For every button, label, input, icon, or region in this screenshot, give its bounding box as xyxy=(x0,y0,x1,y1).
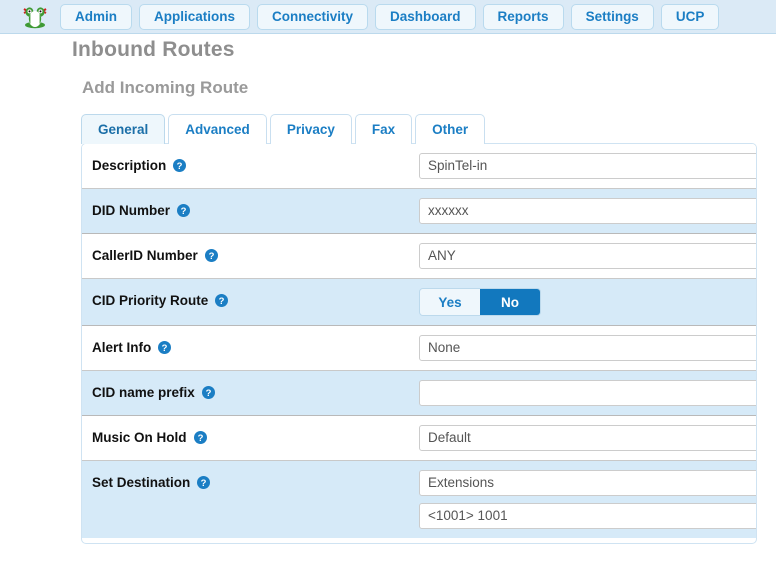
label-text: CallerID Number xyxy=(92,248,198,263)
field-cid-priority-route: Yes No xyxy=(415,279,756,325)
page-title: Inbound Routes xyxy=(72,38,235,61)
help-circle-icon[interactable]: ? xyxy=(197,476,211,489)
field-description: SpinTel-in xyxy=(415,144,756,188)
nav-item-label: Reports xyxy=(497,9,549,24)
help-circle-icon[interactable]: ? xyxy=(193,431,207,444)
form-row-did-number: DID Number ? xxxxxx xyxy=(82,189,756,234)
svg-text:?: ? xyxy=(177,161,183,172)
cid-name-prefix-input[interactable] xyxy=(419,380,756,406)
tab-label: Privacy xyxy=(286,122,335,137)
form-row-cid-name-prefix: CID name prefix ? xyxy=(82,371,756,416)
svg-text:?: ? xyxy=(219,296,225,307)
label-text: Alert Info xyxy=(92,340,152,355)
label-callerid-number: CallerID Number ? xyxy=(82,234,415,273)
set-destination-target-select[interactable]: <1001> 1001 xyxy=(419,503,756,529)
svg-text:?: ? xyxy=(181,206,187,217)
field-callerid-number: ANY xyxy=(415,234,756,278)
freepbx-frog-logo-icon[interactable] xyxy=(20,3,50,31)
label-cid-priority-route: CID Priority Route ? xyxy=(82,279,415,318)
form-row-description: Description ? SpinTel-in xyxy=(82,144,756,189)
cid-priority-route-toggle: Yes No xyxy=(419,288,541,316)
nav-item-label: Applications xyxy=(154,9,236,24)
incoming-route-form-panel: Description ? SpinTel-in DID Number ? xx… xyxy=(81,143,757,544)
tab-label: Advanced xyxy=(185,122,250,137)
label-text: Description xyxy=(92,158,167,173)
svg-text:?: ? xyxy=(201,478,207,489)
help-circle-icon[interactable]: ? xyxy=(201,386,215,399)
nav-item-dashboard[interactable]: Dashboard xyxy=(375,3,476,30)
did-number-input[interactable]: xxxxxx xyxy=(419,198,756,224)
label-text: Music On Hold xyxy=(92,430,187,445)
field-set-destination: Extensions <1001> 1001 xyxy=(415,461,756,538)
label-text: Set Destination xyxy=(92,475,191,490)
nav-item-settings[interactable]: Settings xyxy=(570,3,654,30)
nav-item-reports[interactable]: Reports xyxy=(482,3,564,30)
svg-text:?: ? xyxy=(197,433,203,444)
tab-label: Other xyxy=(432,122,469,137)
svg-text:?: ? xyxy=(162,343,168,354)
help-circle-icon[interactable]: ? xyxy=(158,341,172,354)
help-circle-icon[interactable]: ? xyxy=(215,294,229,307)
tab-other[interactable]: Other xyxy=(415,114,486,144)
nav-item-label: Dashboard xyxy=(390,9,461,24)
page-subtitle: Add Incoming Route xyxy=(82,78,249,97)
label-description: Description ? xyxy=(82,144,415,183)
nav-item-label: UCP xyxy=(675,9,705,24)
form-row-music-on-hold: Music On Hold ? Default xyxy=(82,416,756,461)
svg-text:?: ? xyxy=(208,251,214,262)
cid-priority-option-no[interactable]: No xyxy=(480,289,540,315)
alert-info-select[interactable]: None xyxy=(419,335,756,361)
nav-item-label: Settings xyxy=(585,9,639,24)
help-circle-icon[interactable]: ? xyxy=(177,204,191,217)
form-row-callerid-number: CallerID Number ? ANY xyxy=(82,234,756,279)
label-music-on-hold: Music On Hold ? xyxy=(82,416,415,455)
label-text: CID Priority Route xyxy=(92,293,209,308)
nav-item-applications[interactable]: Applications xyxy=(139,3,251,30)
nav-item-admin[interactable]: Admin xyxy=(60,3,132,30)
nav-item-label: Connectivity xyxy=(272,9,354,24)
tab-label: General xyxy=(98,122,149,137)
form-row-cid-priority-route: CID Priority Route ? Yes No xyxy=(82,279,756,326)
form-row-alert-info: Alert Info ? None xyxy=(82,326,756,371)
label-text: CID name prefix xyxy=(92,385,195,400)
field-did-number: xxxxxx xyxy=(415,189,756,233)
label-did-number: DID Number ? xyxy=(82,189,415,228)
nav-item-label: Admin xyxy=(75,9,117,24)
cid-priority-option-yes[interactable]: Yes xyxy=(420,289,480,315)
svg-text:?: ? xyxy=(205,388,211,399)
nav-item-ucp[interactable]: UCP xyxy=(660,3,720,30)
tab-fax[interactable]: Fax xyxy=(354,114,413,144)
form-tab-bar: General Advanced Privacy Fax Other xyxy=(81,114,488,144)
field-cid-name-prefix xyxy=(415,371,756,415)
label-text: DID Number xyxy=(92,203,171,218)
label-alert-info: Alert Info ? xyxy=(82,326,415,365)
callerid-number-input[interactable]: ANY xyxy=(419,243,756,269)
field-alert-info: None xyxy=(415,326,756,370)
main-navigation-bar: Admin Applications Connectivity Dashboar… xyxy=(0,0,776,34)
label-set-destination: Set Destination ? xyxy=(82,461,415,500)
field-music-on-hold: Default xyxy=(415,416,756,460)
tab-advanced[interactable]: Advanced xyxy=(168,114,267,144)
tab-privacy[interactable]: Privacy xyxy=(269,114,352,144)
help-circle-icon[interactable]: ? xyxy=(204,249,218,262)
nav-item-connectivity[interactable]: Connectivity xyxy=(257,3,369,30)
music-on-hold-select[interactable]: Default xyxy=(419,425,756,451)
tab-label: Fax xyxy=(371,122,396,137)
tab-general[interactable]: General xyxy=(81,114,166,144)
form-row-set-destination: Set Destination ? Extensions <1001> 1001 xyxy=(82,461,756,538)
description-input[interactable]: SpinTel-in xyxy=(419,153,756,179)
label-cid-name-prefix: CID name prefix ? xyxy=(82,371,415,410)
set-destination-type-select[interactable]: Extensions xyxy=(419,470,756,496)
help-circle-icon[interactable]: ? xyxy=(173,159,187,172)
